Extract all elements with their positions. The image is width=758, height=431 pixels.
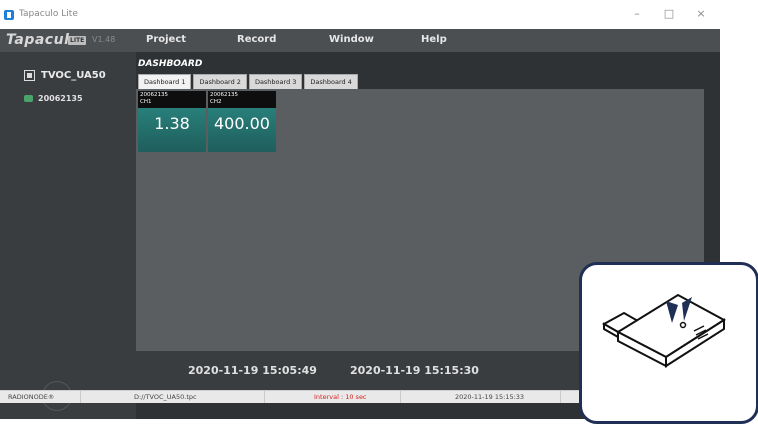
status-separator (80, 391, 81, 403)
sensor-id: 20062135 (38, 94, 83, 103)
radionode-logo: RADIONODE® (8, 393, 55, 401)
sidebar: TVOC_UA50 20062135 REC (0, 52, 136, 419)
tab-dashboard-1[interactable]: Dashboard 1 (138, 74, 192, 90)
menu-help[interactable]: Help (421, 34, 447, 45)
device-name: TVOC_UA50 (41, 70, 106, 81)
app-icon (4, 10, 14, 20)
menu-window[interactable]: Window (329, 34, 374, 45)
window-controls: – □ × (630, 7, 708, 21)
tab-dashboard-4[interactable]: Dashboard 4 (304, 74, 358, 90)
sensor-tile[interactable]: 20062135 CH2 400.00 (208, 91, 276, 152)
tile-channel: CH1 (140, 99, 152, 105)
window-title-bar: Tapaculo Lite – □ × (0, 0, 720, 29)
status-separator (400, 391, 401, 403)
tile-value: 400.00 (214, 114, 270, 133)
device-item[interactable]: TVOC_UA50 (24, 70, 106, 81)
usb-dongle-icon (601, 293, 726, 368)
sensor-item[interactable]: 20062135 (24, 94, 83, 103)
device-icon (24, 70, 35, 81)
menu-project[interactable]: Project (146, 34, 186, 45)
tile-header: 20062135 CH2 (208, 91, 276, 108)
version-label: V1.48 (92, 35, 116, 44)
dashboard-tabs: Dashboard 1 Dashboard 2 Dashboard 3 Dash… (138, 74, 358, 90)
menu-record[interactable]: Record (237, 34, 276, 45)
status-separator (264, 391, 265, 403)
close-button[interactable]: × (694, 7, 708, 21)
sensor-tile[interactable]: 20062135 CH1 1.38 (138, 91, 206, 152)
menu-bar: Tapaculo LITE V1.48 Project Record Windo… (0, 29, 720, 52)
file-path: D://TVOC_UA50.tpc (134, 393, 197, 401)
tile-channel: CH2 (210, 99, 222, 105)
tile-header: 20062135 CH1 (138, 91, 206, 108)
tile-value: 1.38 (154, 114, 190, 133)
maximize-button[interactable]: □ (662, 7, 676, 21)
end-time: 2020-11-19 15:15:30 (350, 364, 479, 377)
sensor-icon (24, 95, 33, 102)
dashboard-title: DASHBOARD (138, 59, 203, 69)
status-timestamp: 2020-11-19 15:15:33 (455, 393, 525, 401)
tab-dashboard-3[interactable]: Dashboard 3 (248, 74, 303, 90)
edition-badge: LITE (68, 36, 87, 45)
tile-id: 20062135 (210, 92, 238, 98)
start-time: 2020-11-19 15:05:49 (188, 364, 317, 377)
tile-id: 20062135 (140, 92, 168, 98)
interval-text: Interval : 10 sec (314, 393, 367, 401)
window-title: Tapaculo Lite (19, 9, 78, 19)
device-inset (579, 262, 758, 424)
minimize-button[interactable]: – (630, 7, 644, 21)
status-separator (560, 391, 561, 403)
tab-dashboard-2[interactable]: Dashboard 2 (193, 74, 247, 90)
